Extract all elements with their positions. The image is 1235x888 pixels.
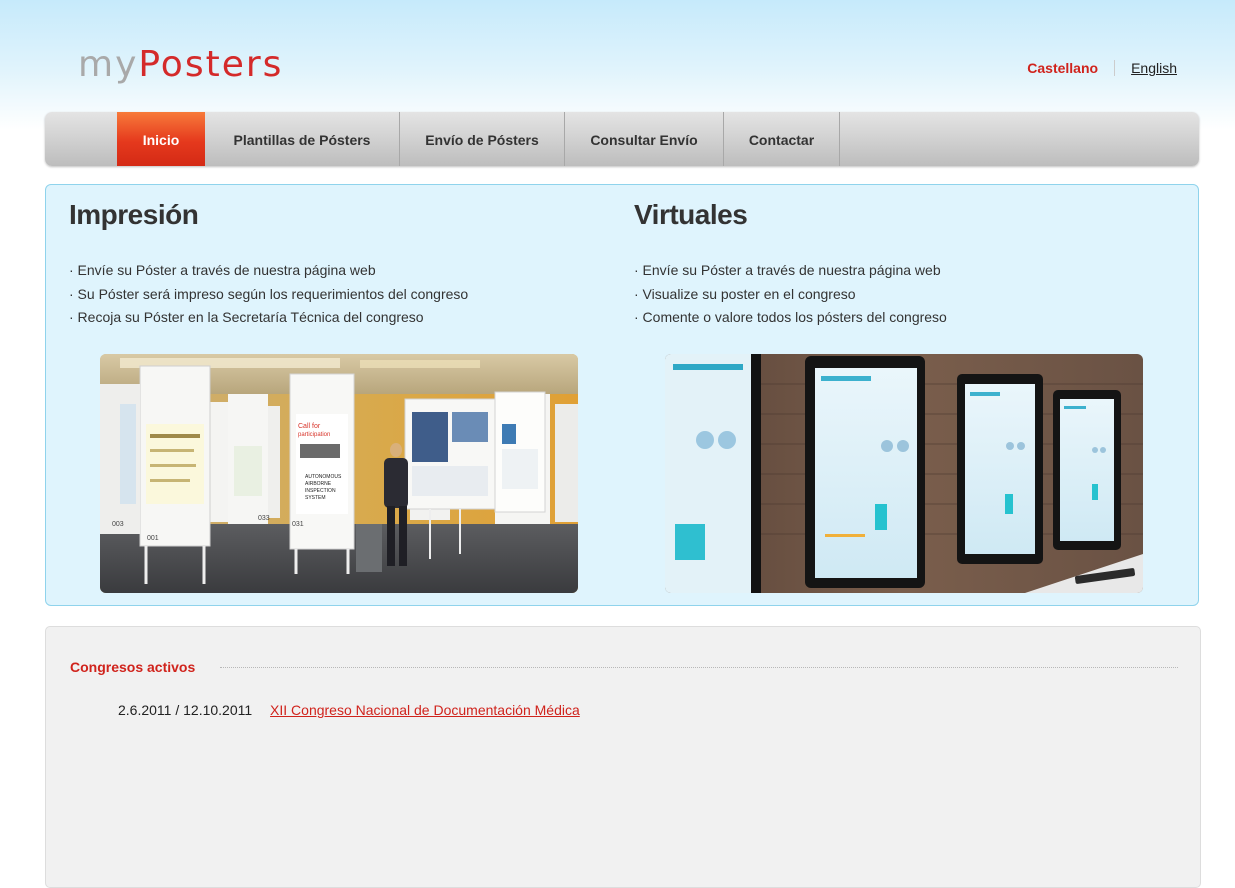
virtual-bullet: · Visualize su poster en el congreso <box>634 285 856 302</box>
stand-number: 003 <box>112 521 124 528</box>
congress-link[interactable]: XII Congreso Nacional de Documentación M… <box>270 702 580 718</box>
print-bullet: · Envíe su Póster a través de nuestra pá… <box>69 262 376 278</box>
poster-line: AIRBORNE <box>305 481 332 487</box>
active-congresses-panel: Congresos activos 2.6.2011 / 12.10.2011 … <box>45 626 1201 888</box>
stand-number: 001 <box>147 535 159 542</box>
nav-envio[interactable]: Envío de Pósters <box>400 112 565 166</box>
virtual-bullets: · Envíe su Póster a través de nuestra pá… <box>634 259 947 330</box>
logo-my: my <box>78 44 139 85</box>
call-label: Call for <box>298 423 321 430</box>
poster-line: AUTONOMOUS <box>305 474 342 480</box>
active-congresses-title: Congresos activos <box>70 659 196 675</box>
title-divider <box>220 667 1178 668</box>
nav-consultar[interactable]: Consultar Envío <box>565 112 724 166</box>
virtual-bullet: · Comente o valore todos los pósters del… <box>634 309 947 325</box>
call-label-2: participation <box>298 432 330 438</box>
congress-dates: 2.6.2011 / 12.10.2011 <box>118 702 253 718</box>
lang-castellano[interactable]: Castellano <box>1027 60 1098 76</box>
virtual-bullet: · Envíe su Póster a través de nuestra pá… <box>634 262 941 278</box>
nav-inicio[interactable]: Inicio <box>117 112 205 166</box>
lang-separator <box>1114 60 1116 76</box>
lang-english-link[interactable]: English <box>1131 60 1177 76</box>
print-bullets: · Envíe su Póster a través de nuestra pá… <box>69 259 468 330</box>
poster-line: INSPECTION <box>305 488 336 494</box>
main-nav: Inicio Plantillas de Pósters Envío de Pó… <box>45 112 1199 166</box>
language-switcher: Castellano English <box>1027 60 1177 76</box>
services-panel: Impresión · Envíe su Póster a través de … <box>45 184 1199 606</box>
printed-posters-illustration: Call for participation AUTONOMOUS AIRBOR… <box>100 354 578 593</box>
print-title: Impresión <box>69 199 199 230</box>
print-bullet: · Recoja su Póster en la Secretaría Técn… <box>69 309 424 325</box>
virtual-screens-illustration <box>665 354 1143 593</box>
congress-row: 2.6.2011 / 12.10.2011 XII Congreso Nacio… <box>118 702 580 718</box>
nav-contactar[interactable]: Contactar <box>724 112 840 166</box>
stand-number: 031 <box>292 521 304 528</box>
stand-number: 033 <box>258 515 270 522</box>
virtual-title: Virtuales <box>634 199 748 230</box>
print-bullet: · Su Póster será impreso según los reque… <box>69 285 469 302</box>
poster-line: SYSTEM <box>305 495 326 501</box>
virtual-screens-photo <box>665 354 1143 593</box>
logo-posters: Posters <box>138 44 284 85</box>
nav-plantillas[interactable]: Plantillas de Pósters <box>205 112 400 166</box>
site-logo[interactable]: myPosters <box>78 42 283 88</box>
printed-posters-photo: Call for participation AUTONOMOUS AIRBOR… <box>100 354 578 593</box>
